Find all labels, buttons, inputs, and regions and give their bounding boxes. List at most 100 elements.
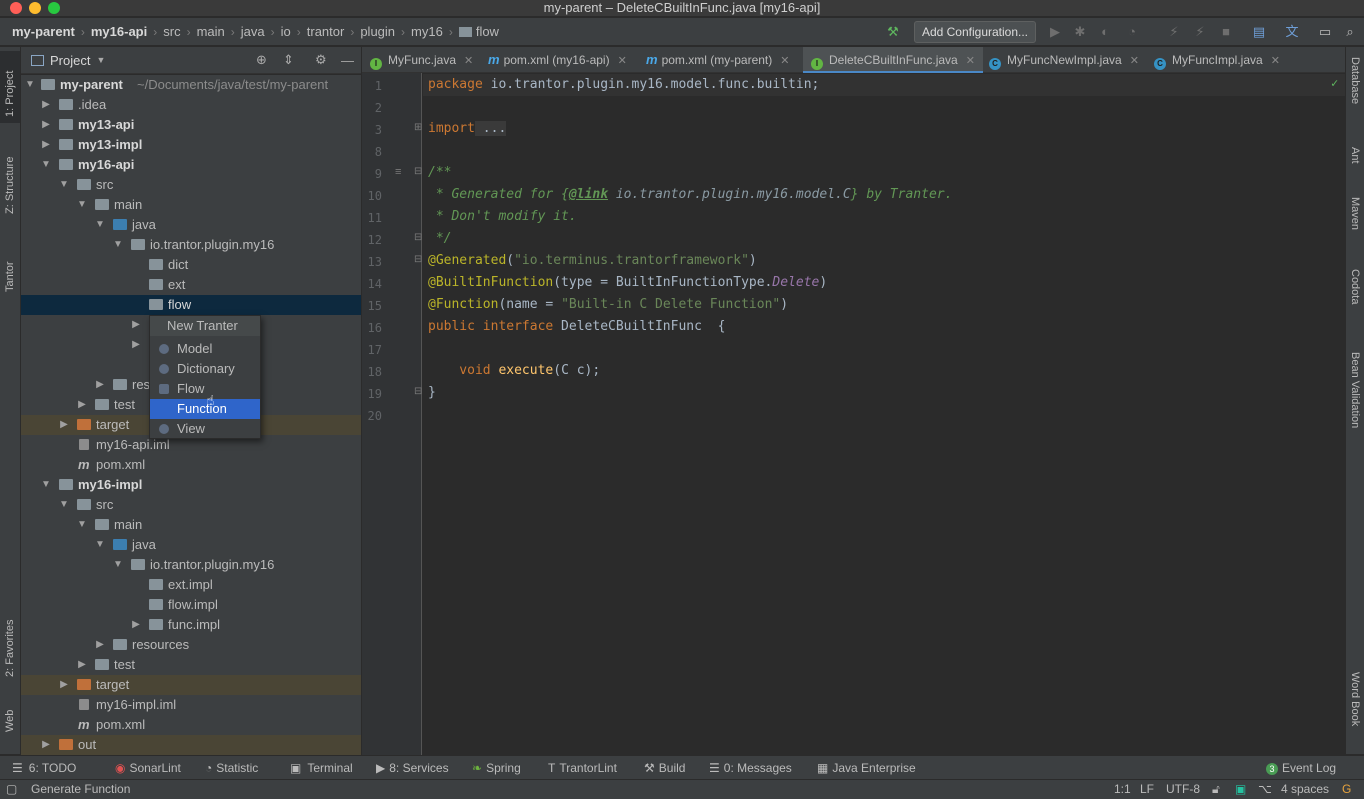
tree-row[interactable]: ▼ my16-impl <box>21 475 361 495</box>
zoom-window-button[interactable] <box>48 2 60 14</box>
indent-setting[interactable]: 4 spaces <box>1281 780 1329 799</box>
chevron-down-icon[interactable]: ▼ <box>113 235 123 255</box>
tree-row[interactable]: ▶ out <box>21 735 361 755</box>
tool-tab-codota[interactable]: Codota <box>1349 269 1361 304</box>
chevron-down-icon[interactable]: ▼ <box>41 475 51 495</box>
codota-icon[interactable]: ▣ <box>1235 780 1246 799</box>
tool-tab-tantor[interactable]: Tantor <box>4 247 16 292</box>
services-tool-button[interactable]: ▶ 8: Services <box>376 756 449 780</box>
tree-row[interactable]: ▼ src <box>21 175 361 195</box>
run-icon[interactable]: ▶ <box>1047 24 1063 40</box>
close-icon[interactable]: ✕ <box>780 55 789 67</box>
doc-render-icon[interactable]: ≡ <box>395 166 401 178</box>
tab-pom-my16-api[interactable]: m pom.xml (my16-api) ✕ <box>488 47 627 73</box>
tree-row[interactable]: ▼ io.trantor.plugin.my16 <box>21 235 361 255</box>
spring-tool-button[interactable]: ❧ Spring <box>472 756 521 780</box>
stop-icon[interactable]: ■ <box>1218 24 1234 40</box>
chevron-right-icon[interactable]: ▶ <box>95 375 105 395</box>
messages-tool-button[interactable]: ☰ 0: Messages <box>709 756 792 780</box>
event-log-tool-button[interactable]: 3 Event Log <box>1266 756 1336 780</box>
close-icon[interactable]: ✕ <box>1271 55 1280 67</box>
breadcrumb-item[interactable]: flow <box>453 24 505 39</box>
profiler-icon[interactable]: ◔ <box>1124 24 1140 40</box>
close-icon[interactable]: ✕ <box>618 55 627 67</box>
statistic-tool-button[interactable]: ◔ Statistic <box>205 756 258 780</box>
tab-myfunc-java[interactable]: I MyFunc.java ✕ <box>370 47 473 73</box>
chevron-right-icon[interactable]: ▶ <box>41 735 51 755</box>
tool-tab-ant[interactable]: Ant <box>1349 147 1361 164</box>
java-enterprise-tool-button[interactable]: ▦ Java Enterprise <box>817 756 916 780</box>
chevron-right-icon[interactable]: ▶ <box>59 415 69 435</box>
chevron-down-icon[interactable]: ▼ <box>59 495 69 515</box>
tree-row[interactable]: ▶ func.impl <box>21 615 361 635</box>
menu-item-function[interactable]: Function <box>150 399 260 419</box>
menu-item-flow[interactable]: Flow <box>150 379 260 399</box>
chevron-right-icon[interactable]: ▶ <box>59 675 69 695</box>
tab-deletecbuiltinfunc-java[interactable]: I DeleteCBuiltInFunc.java ✕ <box>803 47 983 73</box>
breadcrumb-item[interactable]: main <box>191 24 231 39</box>
hammer-build-icon[interactable]: ⚒ <box>885 24 901 40</box>
breadcrumb-item[interactable]: io <box>275 24 297 39</box>
tree-row[interactable]: ▼ java <box>21 535 361 555</box>
tree-row[interactable]: ext.impl <box>21 575 361 595</box>
chevron-right-icon[interactable]: ▶ <box>41 135 51 155</box>
tool-tab-project[interactable]: 1: Project <box>4 57 16 117</box>
breadcrumb-item[interactable]: my16 <box>405 24 449 39</box>
fold-icon[interactable]: ⊟ <box>414 254 422 265</box>
close-icon[interactable]: ✕ <box>464 55 473 67</box>
chevron-right-icon[interactable]: ▶ <box>77 655 87 675</box>
coverage-icon[interactable]: ◐ <box>1097 24 1113 40</box>
todo-tool-button[interactable]: ☰ 6: TODO <box>12 756 76 780</box>
debug-icon[interactable]: ✱ <box>1072 24 1088 40</box>
toggle-tool-windows-icon[interactable]: ▢ <box>6 780 17 799</box>
fold-icon[interactable]: ⊟ <box>414 386 422 397</box>
collapse-all-icon[interactable]: ⇕ <box>283 52 294 68</box>
breadcrumb-item[interactable]: my16-api <box>85 24 153 39</box>
tree-row[interactable]: ▼ main <box>21 515 361 535</box>
minimize-window-button[interactable] <box>29 2 41 14</box>
tree-row[interactable]: my16-impl.iml <box>21 695 361 715</box>
tool-tab-word-book[interactable]: Word Book <box>1349 672 1361 726</box>
tree-row[interactable]: ▶ resources <box>21 635 361 655</box>
chevron-right-icon[interactable]: ▶ <box>131 615 141 635</box>
tree-row[interactable]: ▶ target <box>21 675 361 695</box>
menu-item-model[interactable]: Model <box>150 339 260 359</box>
terminal-tool-button[interactable]: ▣ Terminal <box>290 756 353 780</box>
tool-tab-structure[interactable]: Z: Structure <box>4 144 16 214</box>
tool-tab-bean-validation[interactable]: Bean Validation <box>1349 352 1361 428</box>
search-icon[interactable]: ⌕ <box>1342 24 1358 40</box>
tree-row[interactable]: ▶ test <box>21 655 361 675</box>
tree-row-selected[interactable]: flow <box>21 295 361 315</box>
tree-row[interactable]: ▶ my13-impl <box>21 135 361 155</box>
tree-row[interactable]: ▶ my13-api <box>21 115 361 135</box>
add-configuration-button[interactable]: Add Configuration... <box>914 21 1036 43</box>
chevron-down-icon[interactable]: ▼ <box>96 55 105 65</box>
tree-row[interactable]: ext <box>21 275 361 295</box>
close-icon[interactable]: ✕ <box>966 55 975 67</box>
tab-myfuncnewimpl-java[interactable]: C MyFuncNewImpl.java ✕ <box>989 47 1139 73</box>
chevron-down-icon[interactable]: ▼ <box>59 175 69 195</box>
hot-swap-icon[interactable]: ⚡ <box>1166 24 1182 40</box>
trantorlint-tool-button[interactable]: T TrantorLint <box>548 756 617 780</box>
tree-row[interactable]: ▶ .idea <box>21 95 361 115</box>
chevron-right-icon[interactable]: ▶ <box>41 95 51 115</box>
tree-row[interactable]: flow.impl <box>21 595 361 615</box>
chevron-right-icon[interactable]: ▶ <box>77 395 87 415</box>
chevron-down-icon[interactable]: ▼ <box>77 515 87 535</box>
git-icon[interactable]: ⌥ <box>1258 780 1272 799</box>
tab-pom-my-parent[interactable]: m pom.xml (my-parent) ✕ <box>646 47 789 73</box>
close-icon[interactable]: ✕ <box>1130 55 1139 67</box>
tree-row[interactable]: dict <box>21 255 361 275</box>
chevron-right-icon[interactable]: ▶ <box>95 635 105 655</box>
tool-tab-database[interactable]: Database <box>1349 57 1361 104</box>
gear-icon[interactable]: ⚙ <box>315 52 327 68</box>
tool-tab-web[interactable]: Web <box>4 702 16 732</box>
menu-item-dictionary[interactable]: Dictionary <box>150 359 260 379</box>
breadcrumb-item[interactable]: plugin <box>354 24 401 39</box>
chevron-right-icon[interactable]: ▶ <box>131 315 141 335</box>
hide-panel-icon[interactable]: — <box>341 53 354 68</box>
breadcrumb-item[interactable]: src <box>157 24 186 39</box>
build-tool-button[interactable]: ⚒ Build <box>644 756 685 780</box>
layout-icon[interactable]: ▭ <box>1317 24 1333 40</box>
tool-tab-maven[interactable]: Maven <box>1349 197 1361 230</box>
